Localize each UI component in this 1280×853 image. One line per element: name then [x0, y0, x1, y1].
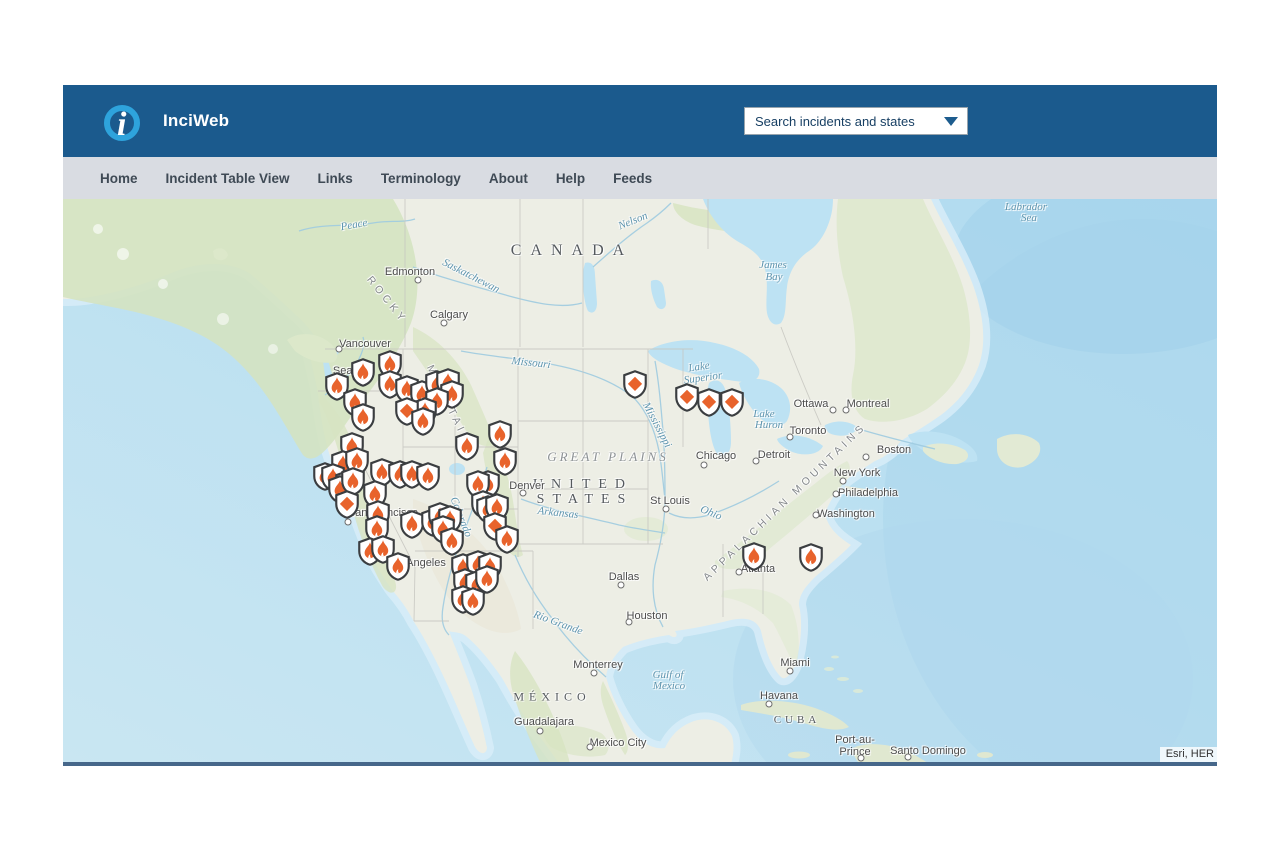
wildfire-marker-icon[interactable] — [350, 358, 376, 387]
prescribed-fire-marker-icon[interactable] — [719, 388, 745, 417]
nav-item-about[interactable]: About — [475, 171, 542, 186]
incident-map[interactable]: CANADAUNITEDSTATESMÉXICOCUBAGREAT PLAINS… — [63, 199, 1217, 762]
wildfire-marker-icon[interactable] — [487, 420, 513, 449]
search-incidents-select[interactable]: Search incidents and states — [744, 107, 968, 135]
map-markers — [63, 199, 1217, 762]
wildfire-marker-icon[interactable] — [741, 542, 767, 571]
svg-text:i: i — [117, 106, 127, 143]
wildfire-marker-icon[interactable] — [350, 403, 376, 432]
inciweb-app: i InciWeb Search incidents and states Ho… — [63, 85, 1217, 766]
nav-item-help[interactable]: Help — [542, 171, 599, 186]
nav-item-incident-table-view[interactable]: Incident Table View — [152, 171, 304, 186]
search-select-value: Search incidents and states — [745, 114, 944, 129]
wildfire-marker-icon[interactable] — [798, 543, 824, 572]
nav-item-terminology[interactable]: Terminology — [367, 171, 475, 186]
wildfire-marker-icon[interactable] — [439, 527, 465, 556]
map-attribution: Esri, HER — [1160, 747, 1217, 762]
nav-item-home[interactable]: Home — [86, 171, 152, 186]
prescribed-fire-marker-icon[interactable] — [622, 370, 648, 399]
nav-item-links[interactable]: Links — [304, 171, 367, 186]
nav-item-feeds[interactable]: Feeds — [599, 171, 666, 186]
wildfire-marker-icon[interactable] — [454, 432, 480, 461]
wildfire-marker-icon[interactable] — [385, 552, 411, 581]
brand-title: InciWeb — [163, 111, 229, 131]
wildfire-marker-icon[interactable] — [494, 525, 520, 554]
map-bottom-border — [63, 762, 1217, 766]
header: i InciWeb Search incidents and states — [63, 85, 1217, 157]
nav-bar: Home Incident Table View Links Terminolo… — [63, 157, 1217, 199]
wildfire-marker-icon[interactable] — [415, 462, 441, 491]
wildfire-marker-icon[interactable] — [460, 587, 486, 616]
prescribed-fire-marker-icon[interactable] — [334, 490, 360, 519]
inciweb-logo-icon[interactable]: i — [99, 98, 145, 144]
wildfire-marker-icon[interactable] — [410, 407, 436, 436]
chevron-down-icon — [944, 117, 958, 126]
